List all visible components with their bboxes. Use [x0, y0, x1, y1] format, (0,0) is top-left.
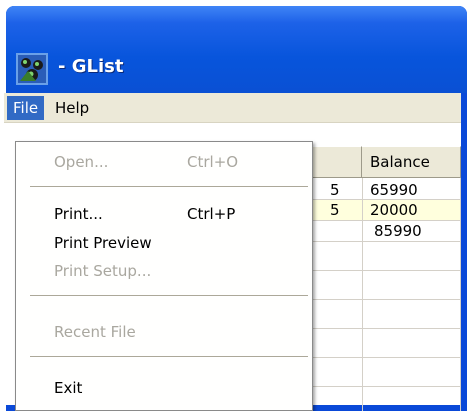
- cell-balance: 20000: [370, 201, 418, 219]
- menu-item-shortcut: Ctrl+O: [187, 153, 239, 171]
- grid-row-divider: [312, 299, 461, 300]
- menu-separator: [30, 186, 308, 188]
- menu-item-print-preview[interactable]: Print Preview: [16, 229, 312, 257]
- menu-item-label: Open...: [54, 153, 109, 171]
- menu-item-label: Exit: [54, 379, 83, 397]
- glist-app-icon: [16, 53, 48, 85]
- menu-item-shortcut: Ctrl+P: [187, 205, 236, 223]
- file-menu-dropdown: Open... Ctrl+O Print... Ctrl+P Print Pre…: [15, 141, 313, 411]
- grid-row-divider: [312, 270, 461, 271]
- menu-item-recent-file[interactable]: Recent File: [16, 318, 312, 346]
- menu-separator: [30, 295, 308, 297]
- menu-item-exit[interactable]: Exit: [16, 374, 312, 402]
- menu-help[interactable]: Help: [49, 96, 95, 120]
- menu-separator: [30, 356, 308, 358]
- window-border-right: [461, 93, 467, 411]
- grid-row-divider: [312, 328, 461, 329]
- menu-item-print-setup[interactable]: Print Setup...: [16, 257, 312, 285]
- menu-item-print[interactable]: Print... Ctrl+P: [16, 200, 312, 228]
- cell-balance: 85990: [374, 222, 422, 240]
- grid-row-divider: [312, 386, 461, 387]
- menu-file[interactable]: File: [7, 96, 45, 120]
- grid-row-divider: [312, 241, 461, 242]
- menu-item-label: Print Setup...: [54, 262, 152, 280]
- grid-header-balance[interactable]: Balance: [362, 146, 461, 178]
- grid-column-divider: [362, 178, 363, 411]
- menu-item-label: Print Preview: [54, 234, 152, 252]
- cell-a: 5: [330, 201, 340, 219]
- menu-bar: File Help: [4, 93, 461, 123]
- grid-column-divider: [460, 178, 461, 411]
- menu-item-label: Recent File: [54, 323, 136, 341]
- grid-row-divider: [312, 357, 461, 358]
- menu-item-label: Print...: [54, 205, 103, 223]
- menu-item-open[interactable]: Open... Ctrl+O: [16, 148, 312, 176]
- cell-balance: 65990: [370, 181, 418, 199]
- cell-a: 5: [330, 181, 340, 199]
- title-bar[interactable]: - GList: [6, 6, 467, 99]
- window-title: - GList: [58, 56, 124, 77]
- grid-header-col-a[interactable]: [312, 146, 362, 178]
